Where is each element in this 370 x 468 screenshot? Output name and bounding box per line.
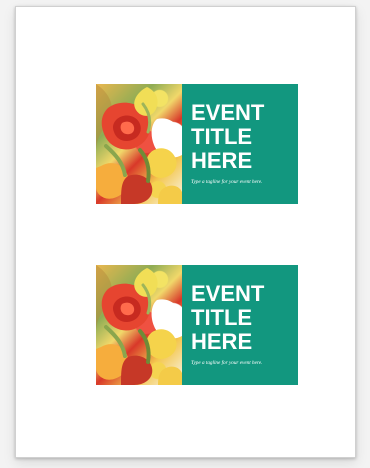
event-title-panel-2: EVENT TITLE HERE Type a tagline for your…	[182, 265, 298, 385]
event-title-line-title: TITLE	[191, 124, 253, 149]
event-card-1: EVENT TITLE HERE Type a tagline for your…	[96, 84, 298, 204]
event-title-line-event: EVENT	[191, 100, 265, 125]
rose-bouquet-photo	[96, 265, 182, 385]
event-title-line-title: TITLE	[191, 305, 253, 330]
event-title-line-here: HERE	[191, 148, 253, 173]
event-title-line-here: HERE	[191, 329, 253, 354]
event-tagline: Type a tagline for your event here.	[191, 360, 263, 366]
rose-bouquet-photo	[96, 84, 182, 204]
printed-page: EVENT TITLE HERE Type a tagline for your…	[15, 6, 356, 458]
document-canvas: EVENT TITLE HERE Type a tagline for your…	[0, 0, 370, 468]
event-title-line-event: EVENT	[191, 281, 265, 306]
event-title-panel-1: EVENT TITLE HERE Type a tagline for your…	[182, 84, 298, 204]
event-tagline: Type a tagline for your event here.	[191, 179, 263, 185]
event-card-2: EVENT TITLE HERE Type a tagline for your…	[96, 265, 298, 385]
